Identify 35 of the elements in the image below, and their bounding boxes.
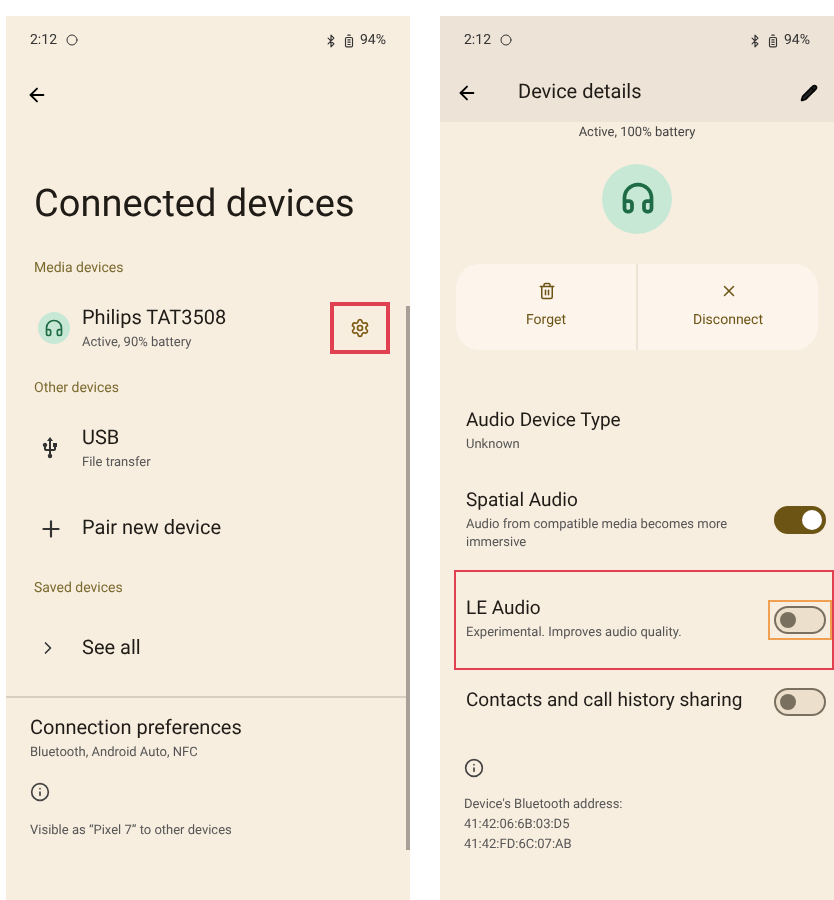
edit-button[interactable] [800,84,818,102]
back-button[interactable] [456,82,478,104]
item-title: See all [82,635,143,663]
headset-icon [602,163,672,234]
list-item[interactable]: See all [6,608,410,688]
plus-icon [38,515,64,541]
notification-icon [65,34,77,46]
toggle-switch[interactable] [774,505,826,534]
item-title: USB [82,425,122,454]
usb-icon [38,436,62,460]
toolbar-title: Device details [518,80,644,108]
back-button[interactable] [26,83,48,105]
toggle-switch[interactable] [774,687,826,716]
gear-icon [350,318,370,338]
page-title: Connected devices [32,180,357,228]
setting-title: Spatial Audio [466,487,580,516]
battery-icon [342,33,356,47]
item-title: Connection preferences [30,716,244,744]
battery-icon [766,33,780,47]
list-item[interactable]: Pair new device [6,488,410,568]
headphones-icon [38,312,70,344]
item-title: Pair new device [82,515,224,543]
close-icon [719,282,737,300]
toggle-switch[interactable] [774,605,826,634]
bluetooth-icon [324,33,338,47]
setting-title: Audio Device Type [466,408,623,437]
info-icon [464,757,484,778]
notification-icon [499,34,511,46]
bluetooth-icon [748,33,762,47]
info-icon [30,782,50,802]
setting-title: Contacts and call history sharing [466,687,745,716]
item-title: Philips TAT3508 [82,305,229,334]
trash-icon [537,282,555,300]
setting-title: LE Audio [466,596,543,625]
settings-button[interactable] [350,318,370,338]
